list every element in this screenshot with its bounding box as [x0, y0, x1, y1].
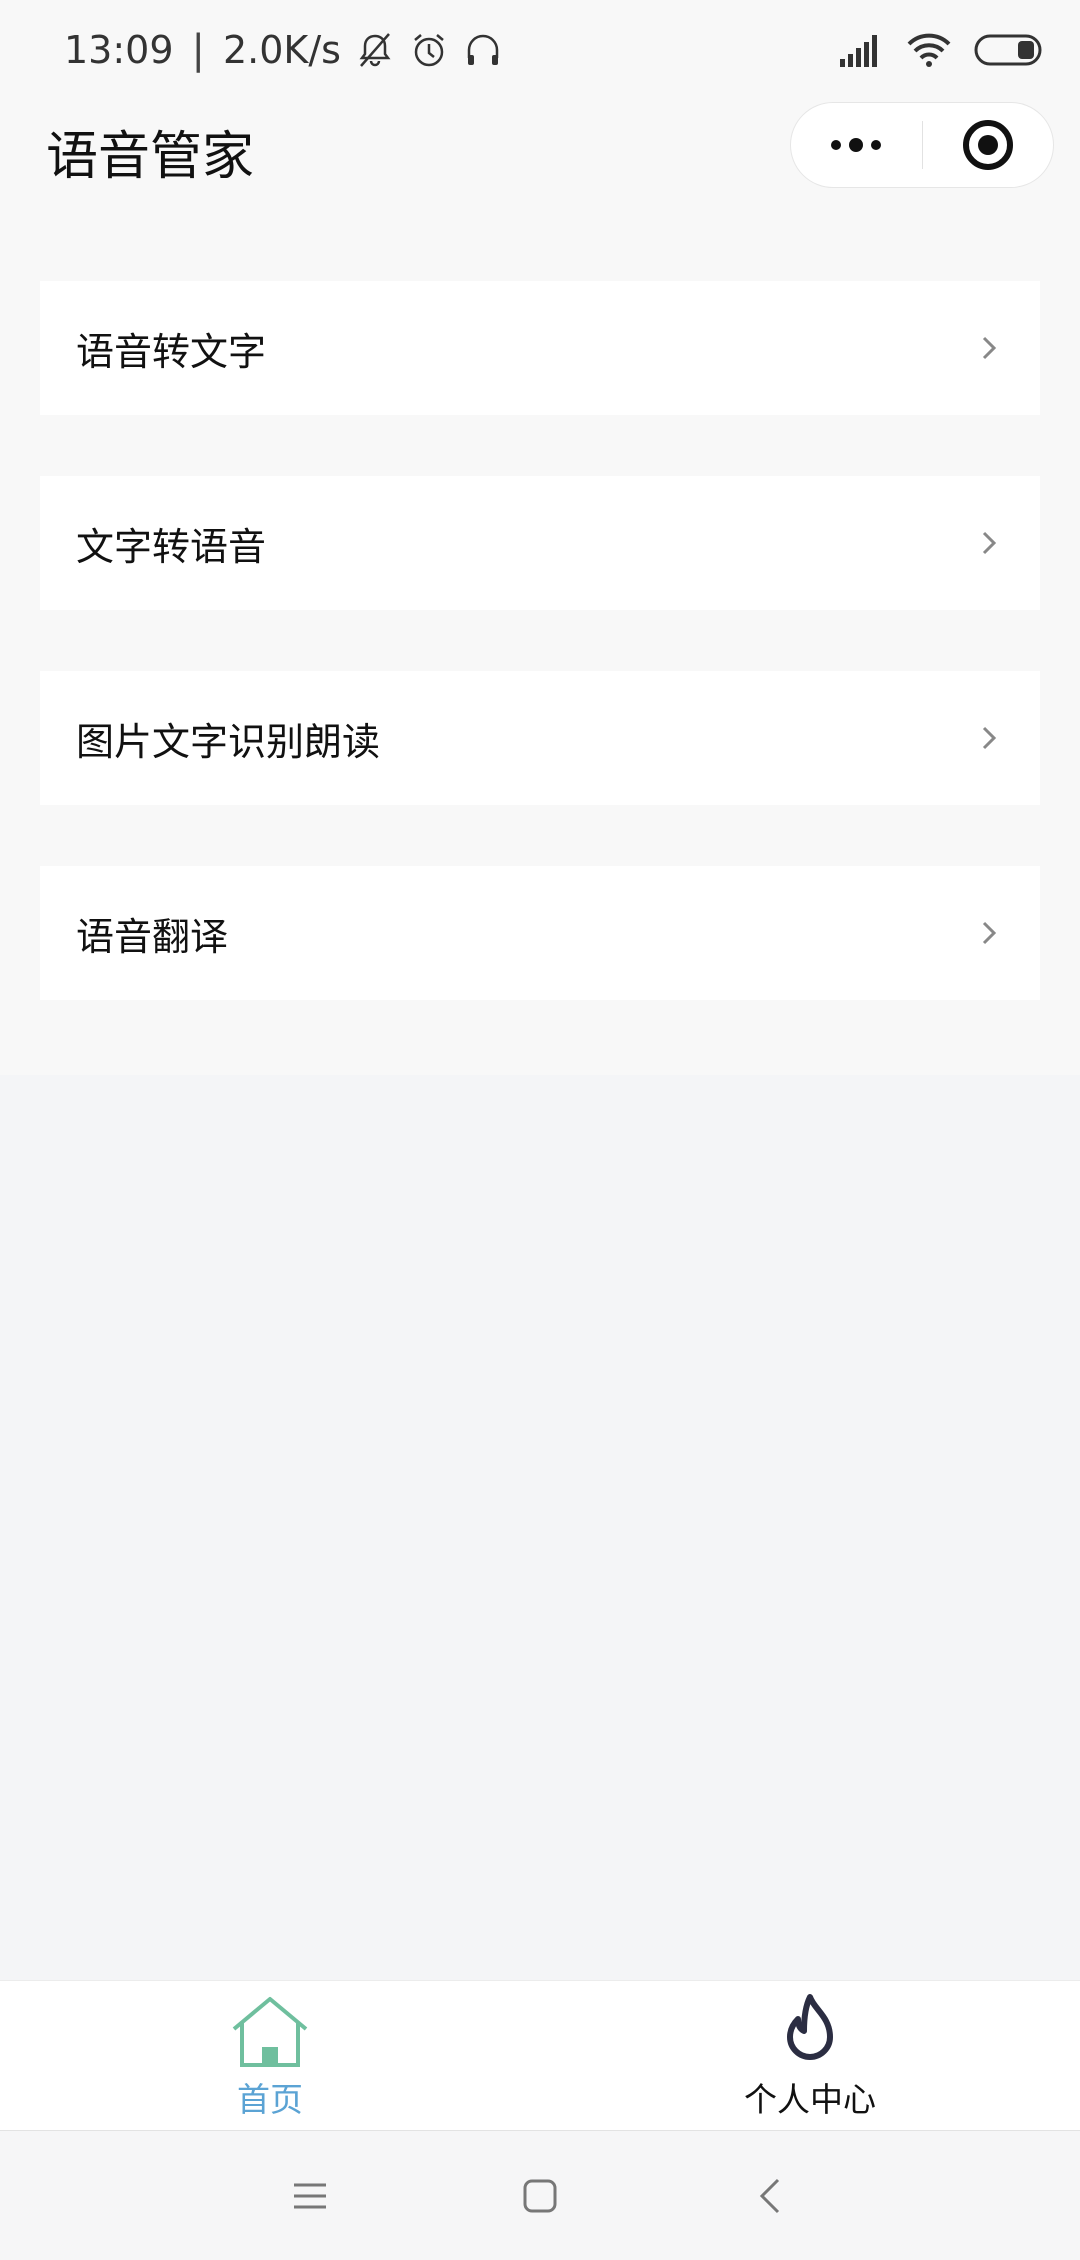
- more-button[interactable]: [791, 103, 922, 187]
- menu-item-label: 语音翻译: [76, 914, 229, 959]
- status-separator: |: [191, 27, 205, 73]
- status-network-speed: 2.0K/s: [223, 28, 341, 72]
- chevron-right-icon: [982, 336, 997, 360]
- bell-off-icon: [359, 33, 391, 67]
- menu-lines-icon: [294, 2183, 326, 2208]
- target-close-icon: [962, 120, 1013, 170]
- status-right: [840, 32, 1044, 68]
- alarm-icon: [414, 34, 444, 67]
- close-button[interactable]: [923, 103, 1054, 187]
- status-bar: 13:09 | 2.0K/s: [0, 0, 1080, 100]
- page-title: 语音管家: [46, 127, 255, 187]
- chevron-right-icon: [982, 531, 997, 555]
- menu-item-speech-translate[interactable]: 语音翻译: [40, 866, 1040, 1000]
- signal-icon: [840, 35, 877, 67]
- chevron-right-icon: [982, 726, 997, 750]
- menu-item-label: 文字转语音: [76, 524, 267, 569]
- menu-item-label: 语音转文字: [76, 329, 267, 374]
- feature-menu: 语音转文字 文字转语音 图片文字识别朗读 语音翻译: [40, 281, 1040, 1061]
- menu-item-image-ocr-read[interactable]: 图片文字识别朗读: [40, 671, 1040, 805]
- wifi-icon: [907, 33, 951, 67]
- tab-profile-label: 个人中心: [744, 2080, 876, 2119]
- system-nav-bar: [0, 2130, 1080, 2260]
- home-square-icon: [523, 2179, 557, 2212]
- recent-apps-button[interactable]: [270, 2156, 350, 2236]
- tab-profile[interactable]: 个人中心: [540, 1981, 1080, 2130]
- menu-item-text-to-speech[interactable]: 文字转语音: [40, 476, 1040, 610]
- menu-item-label: 图片文字识别朗读: [76, 719, 381, 764]
- status-time: 13:09: [64, 28, 174, 72]
- battery-icon: [974, 34, 1042, 66]
- more-dots-icon: [831, 138, 882, 152]
- flame-icon: [787, 1994, 833, 2060]
- home-nav-button[interactable]: [500, 2156, 580, 2236]
- home-icon: [232, 1997, 308, 2067]
- chevron-right-icon: [982, 921, 997, 945]
- mini-program-capsule: [790, 102, 1054, 188]
- tab-bar: 首页 个人中心: [0, 1980, 1080, 2130]
- tab-home-label: 首页: [237, 2080, 303, 2119]
- menu-item-speech-to-text[interactable]: 语音转文字: [40, 281, 1040, 415]
- back-chevron-icon: [759, 2178, 780, 2213]
- headphones-icon: [467, 34, 499, 65]
- back-nav-button[interactable]: [730, 2156, 810, 2236]
- header: 语音管家: [0, 100, 1080, 200]
- tab-home[interactable]: 首页: [0, 1981, 540, 2130]
- status-left: 13:09 | 2.0K/s: [64, 27, 503, 73]
